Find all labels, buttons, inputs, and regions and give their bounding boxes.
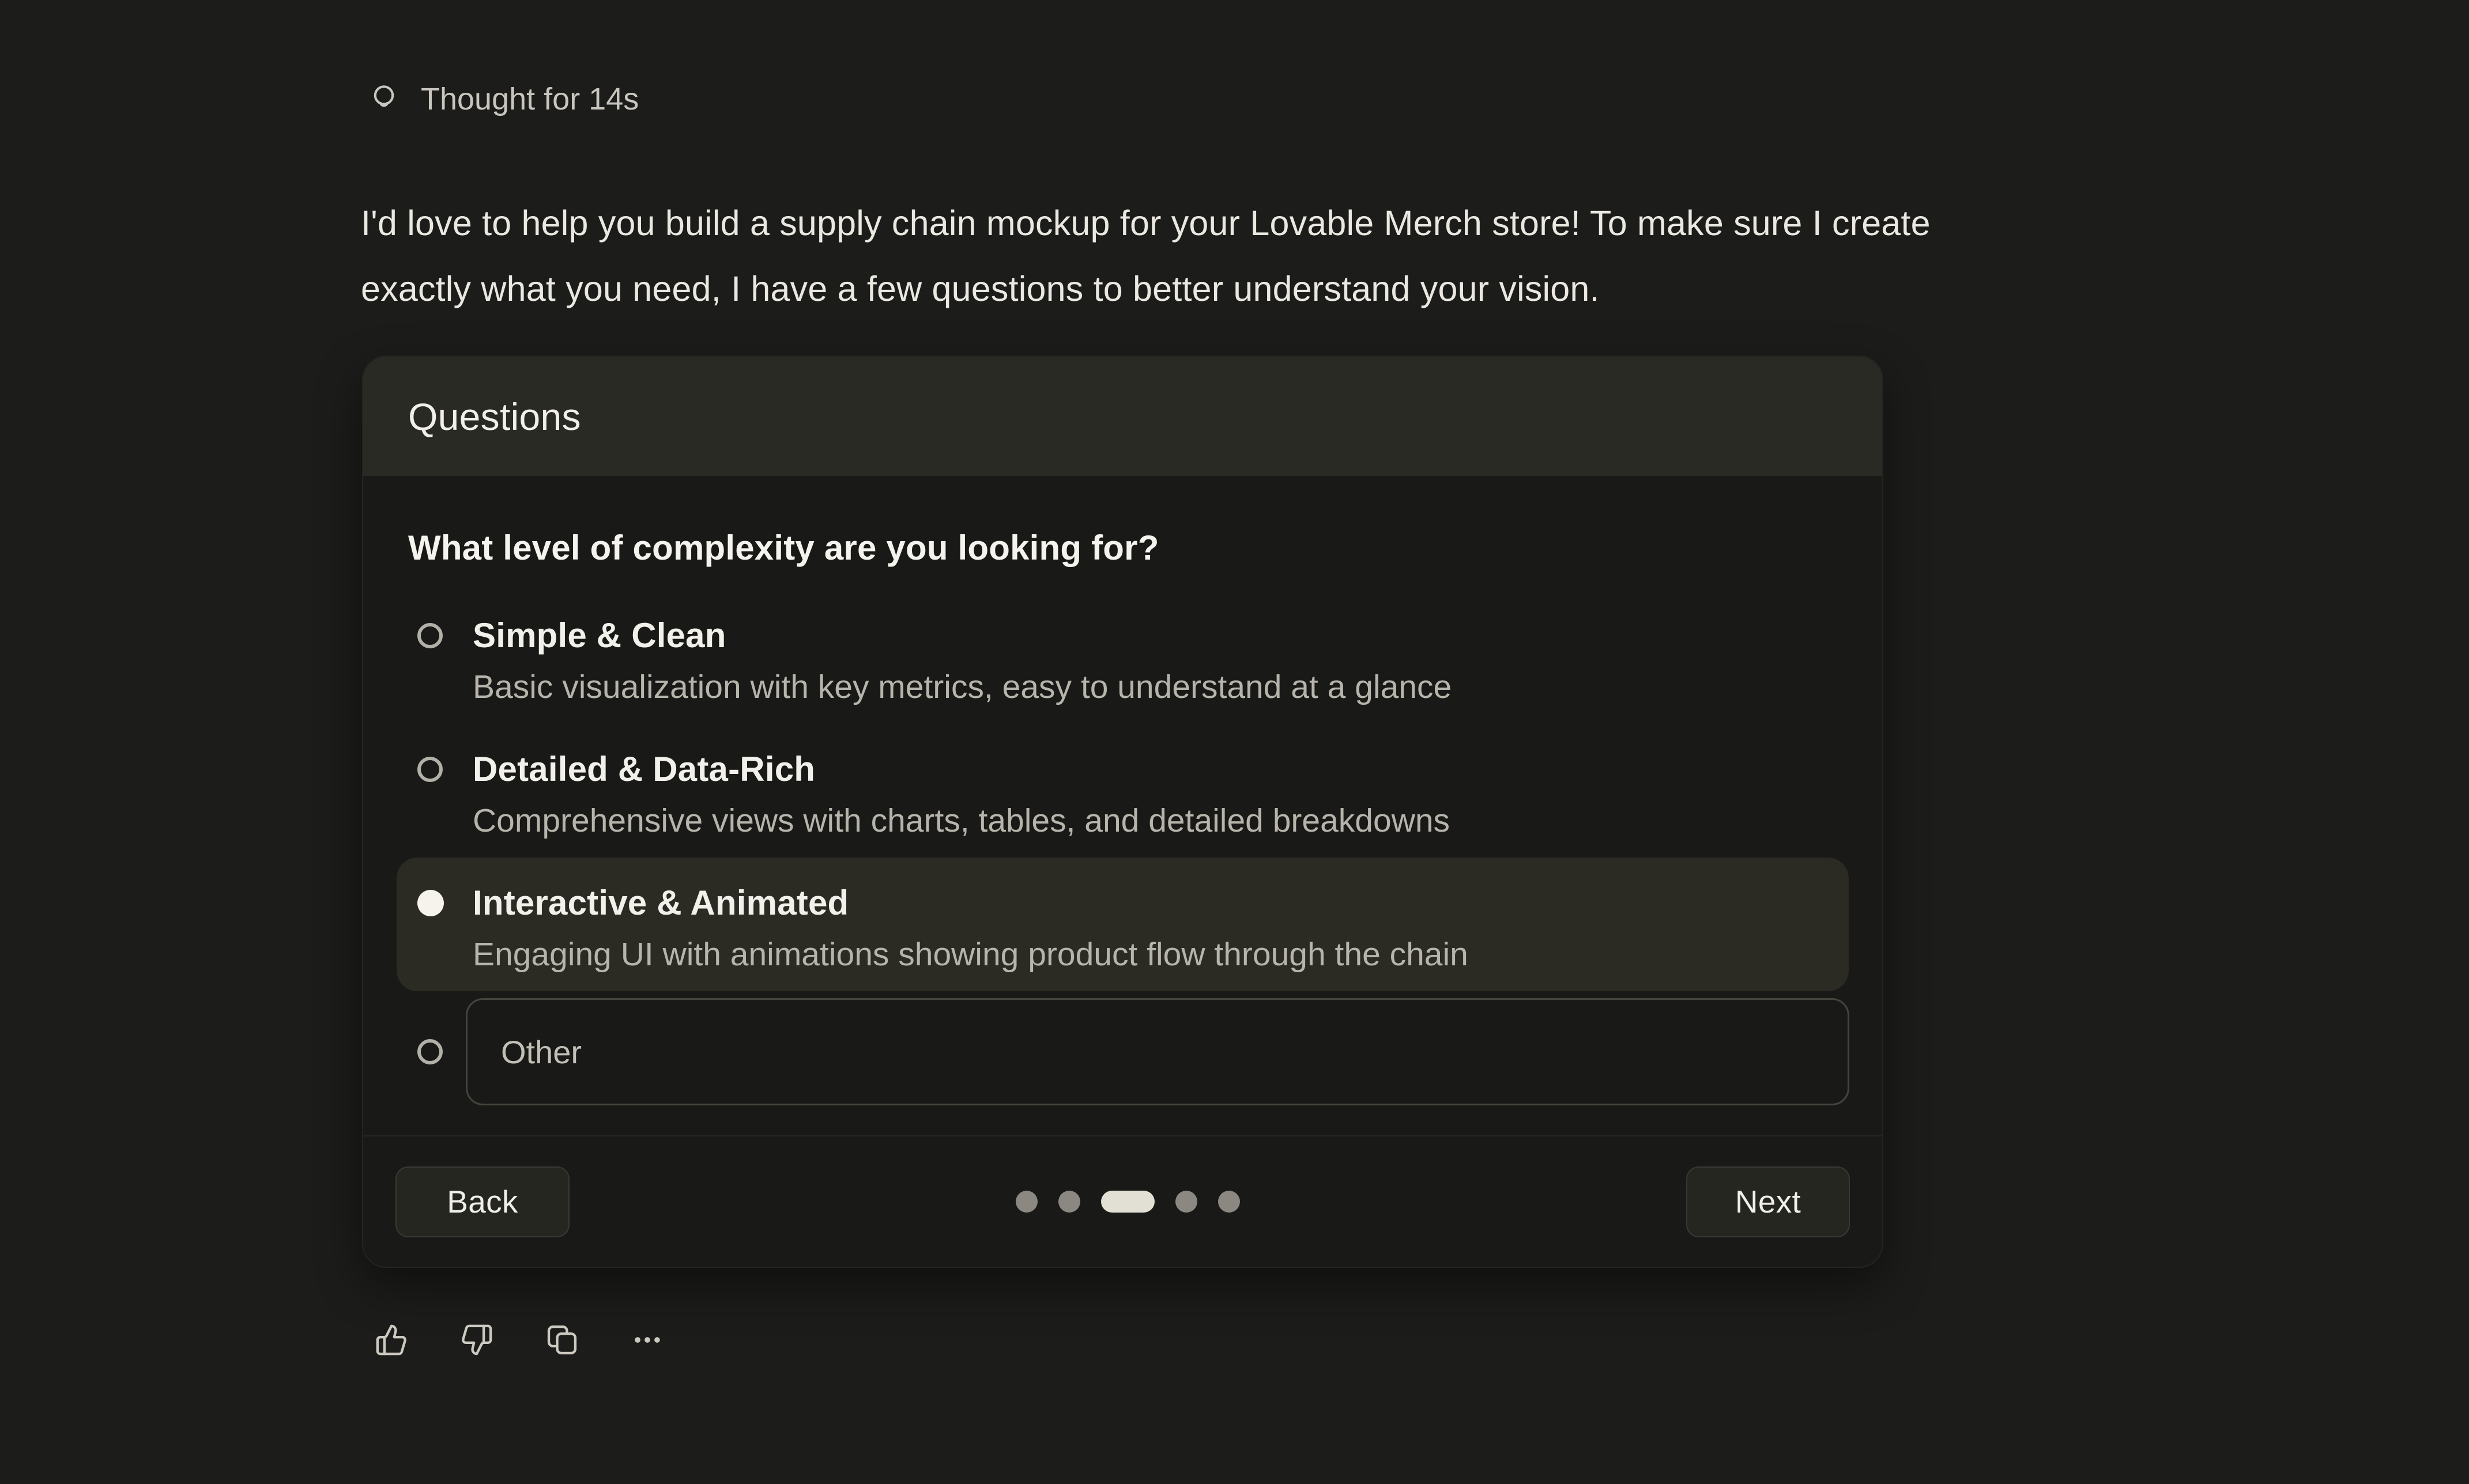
copy-icon xyxy=(545,1323,579,1357)
pagination-dot[interactable] xyxy=(1016,1191,1038,1213)
chat-page: Thought for 14s I'd love to help you bui… xyxy=(0,0,2469,1484)
more-options-icon xyxy=(631,1323,664,1357)
thumbs-down-button[interactable] xyxy=(460,1323,493,1357)
other-input[interactable] xyxy=(466,998,1849,1105)
option-other[interactable] xyxy=(408,998,1837,1105)
thought-toggle[interactable]: Thought for 14s xyxy=(369,81,639,118)
thumbs-up-button[interactable] xyxy=(375,1323,408,1357)
back-button[interactable]: Back xyxy=(395,1166,570,1237)
option-title: Detailed & Data-Rich xyxy=(473,749,1837,790)
card-title: Questions xyxy=(408,395,581,439)
assistant-message: I'd love to help you build a supply chai… xyxy=(361,190,1931,322)
questions-card: Questions What level of complexity are y… xyxy=(362,356,1883,1268)
thumbs-up-icon xyxy=(375,1323,408,1357)
pagination-dot[interactable] xyxy=(1218,1191,1240,1213)
card-footer: Back Next xyxy=(363,1135,1882,1267)
thought-label: Thought for 14s xyxy=(421,81,639,117)
option-simple-clean[interactable]: Simple & Clean Basic visualization with … xyxy=(397,590,1849,724)
card-body: What level of complexity are you looking… xyxy=(363,477,1882,1135)
card-header: Questions xyxy=(363,357,1882,477)
more-options-button[interactable] xyxy=(631,1323,664,1357)
message-line: exactly what you need, I have a few ques… xyxy=(361,256,1931,322)
next-button[interactable]: Next xyxy=(1686,1166,1850,1237)
option-title: Interactive & Animated xyxy=(473,883,1837,923)
radio-selected-icon[interactable] xyxy=(417,890,444,916)
pagination-dot[interactable] xyxy=(1175,1191,1197,1213)
pagination-dot[interactable] xyxy=(1058,1191,1080,1213)
option-interactive-animated[interactable]: Interactive & Animated Engaging UI with … xyxy=(397,858,1849,991)
options-list: Simple & Clean Basic visualization with … xyxy=(397,590,1849,991)
option-title: Simple & Clean xyxy=(473,615,1837,656)
pagination-dot-active[interactable] xyxy=(1101,1191,1155,1213)
message-actions xyxy=(375,1323,664,1357)
option-description: Basic visualization with key metrics, ea… xyxy=(473,667,1837,707)
option-detailed-data-rich[interactable]: Detailed & Data-Rich Comprehensive views… xyxy=(397,724,1849,858)
radio-icon[interactable] xyxy=(417,623,443,648)
option-description: Comprehensive views with charts, tables,… xyxy=(473,801,1837,840)
pagination-dots xyxy=(570,1191,1686,1213)
thumbs-down-icon xyxy=(460,1323,493,1357)
radio-icon[interactable] xyxy=(417,1039,443,1064)
question-text: What level of complexity are you looking… xyxy=(408,528,1837,568)
copy-button[interactable] xyxy=(545,1323,579,1357)
radio-icon[interactable] xyxy=(417,757,443,782)
lightbulb-icon xyxy=(369,81,399,118)
message-line: I'd love to help you build a supply chai… xyxy=(361,190,1931,256)
option-description: Engaging UI with animations showing prod… xyxy=(473,935,1837,974)
